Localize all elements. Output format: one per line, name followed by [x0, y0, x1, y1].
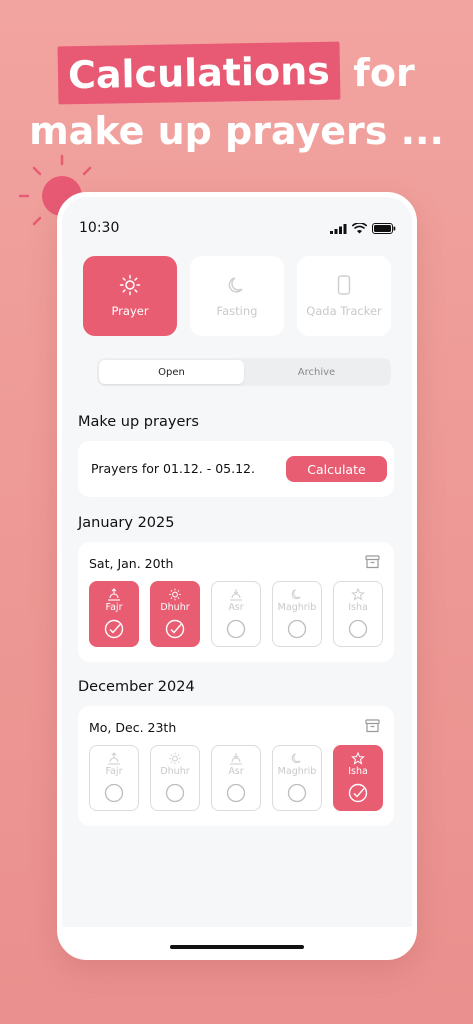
- checked-circle-icon: [165, 619, 185, 639]
- makeup-section-title: Make up prayers: [78, 414, 199, 430]
- headline-line-1: Calculations for: [0, 41, 473, 105]
- calculate-card: Prayers for 01.12. - 05.12. Calculate: [78, 441, 394, 497]
- sun-icon: [169, 752, 181, 765]
- home-indicator[interactable]: [170, 945, 304, 949]
- open-archive-segmented-control: Open Archive: [97, 358, 391, 386]
- mode-card-fasting[interactable]: Fasting: [190, 256, 284, 336]
- prayer-isha[interactable]: Isha: [333, 745, 383, 811]
- star-icon: [351, 752, 365, 765]
- phone-frame: 10:30 Prayer Fasting Qada Tracker Open A…: [57, 192, 417, 960]
- day-title: Mo, Dec. 23th: [89, 720, 177, 735]
- calculate-button[interactable]: Calculate: [286, 456, 387, 482]
- prayer-asr[interactable]: Asr: [211, 581, 261, 647]
- prayer-name: Maghrib: [277, 602, 317, 613]
- sunset-icon: [230, 753, 242, 765]
- phone-icon: [337, 275, 351, 295]
- prayer-name: Dhuhr: [160, 602, 190, 613]
- day-title: Sat, Jan. 20th: [89, 556, 174, 571]
- calculate-range-text: Prayers for 01.12. - 05.12.: [91, 461, 255, 476]
- status-icons: [330, 223, 396, 234]
- month-title: December 2024: [78, 679, 195, 695]
- empty-circle-icon: [287, 783, 307, 803]
- prayer-dhuhr[interactable]: Dhuhr: [150, 581, 200, 647]
- battery-icon: [372, 223, 396, 234]
- checked-circle-icon: [104, 619, 124, 639]
- prayer-name: Fajr: [105, 602, 123, 613]
- empty-circle-icon: [226, 783, 246, 803]
- segment-open[interactable]: Open: [99, 360, 244, 384]
- sunrise-icon: [108, 588, 120, 601]
- prayer-maghrib[interactable]: Maghrib: [272, 745, 322, 811]
- prayer-isha[interactable]: Isha: [333, 581, 383, 647]
- empty-circle-icon: [104, 783, 124, 803]
- mode-label-prayer: Prayer: [111, 304, 149, 318]
- prayer-dhuhr[interactable]: Dhuhr: [150, 745, 200, 811]
- checked-circle-icon: [348, 783, 368, 803]
- sun-icon: [119, 274, 141, 296]
- star-icon: [351, 588, 365, 601]
- moon-icon: [228, 277, 243, 293]
- headline: Calculations for make up prayers ...: [0, 41, 473, 160]
- month-title: January 2025: [78, 515, 175, 531]
- day-card: Mo, Dec. 23th Fajr Dhuhr Asr Maghrib Ish…: [78, 706, 394, 826]
- empty-circle-icon: [348, 619, 368, 639]
- sunrise-icon: [108, 752, 120, 765]
- status-bar: 10:30: [62, 197, 412, 257]
- prayer-name: Asr: [228, 766, 244, 777]
- prayer-name: Dhuhr: [160, 766, 190, 777]
- wifi-icon: [352, 223, 367, 234]
- empty-circle-icon: [226, 619, 246, 639]
- archive-icon[interactable]: [365, 719, 380, 733]
- prayer-name: Isha: [348, 766, 368, 777]
- prayer-asr[interactable]: Asr: [211, 745, 261, 811]
- mode-label-fasting: Fasting: [216, 304, 258, 318]
- headline-rest: for: [340, 51, 415, 95]
- status-time: 10:30: [79, 220, 120, 236]
- sun-icon: [169, 588, 181, 601]
- prayer-maghrib[interactable]: Maghrib: [272, 581, 322, 647]
- prayer-row: Fajr Dhuhr Asr Maghrib Isha: [89, 745, 383, 811]
- prayer-name: Isha: [348, 602, 368, 613]
- headline-highlight: Calculations: [57, 41, 341, 105]
- day-card: Sat, Jan. 20th Fajr Dhuhr Asr Maghrib Is…: [78, 542, 394, 662]
- moon-icon: [291, 753, 301, 764]
- empty-circle-icon: [287, 619, 307, 639]
- moon-icon: [291, 589, 301, 600]
- prayer-fajr[interactable]: Fajr: [89, 581, 139, 647]
- segment-archive[interactable]: Archive: [244, 360, 389, 384]
- mode-selector: Prayer Fasting Qada Tracker: [83, 256, 391, 336]
- phone-bottom-bar: [62, 927, 412, 955]
- mode-label-qada-tracker: Qada Tracker: [306, 304, 382, 318]
- prayer-row: Fajr Dhuhr Asr Maghrib Isha: [89, 581, 383, 647]
- signal-icon: [330, 223, 347, 234]
- prayer-name: Asr: [228, 602, 244, 613]
- sunset-icon: [230, 589, 242, 601]
- mode-card-prayer[interactable]: Prayer: [83, 256, 177, 336]
- archive-icon[interactable]: [365, 555, 380, 569]
- prayer-fajr[interactable]: Fajr: [89, 745, 139, 811]
- mode-card-qada-tracker[interactable]: Qada Tracker: [297, 256, 391, 336]
- empty-circle-icon: [165, 783, 185, 803]
- prayer-name: Maghrib: [277, 766, 317, 777]
- prayer-name: Fajr: [105, 766, 123, 777]
